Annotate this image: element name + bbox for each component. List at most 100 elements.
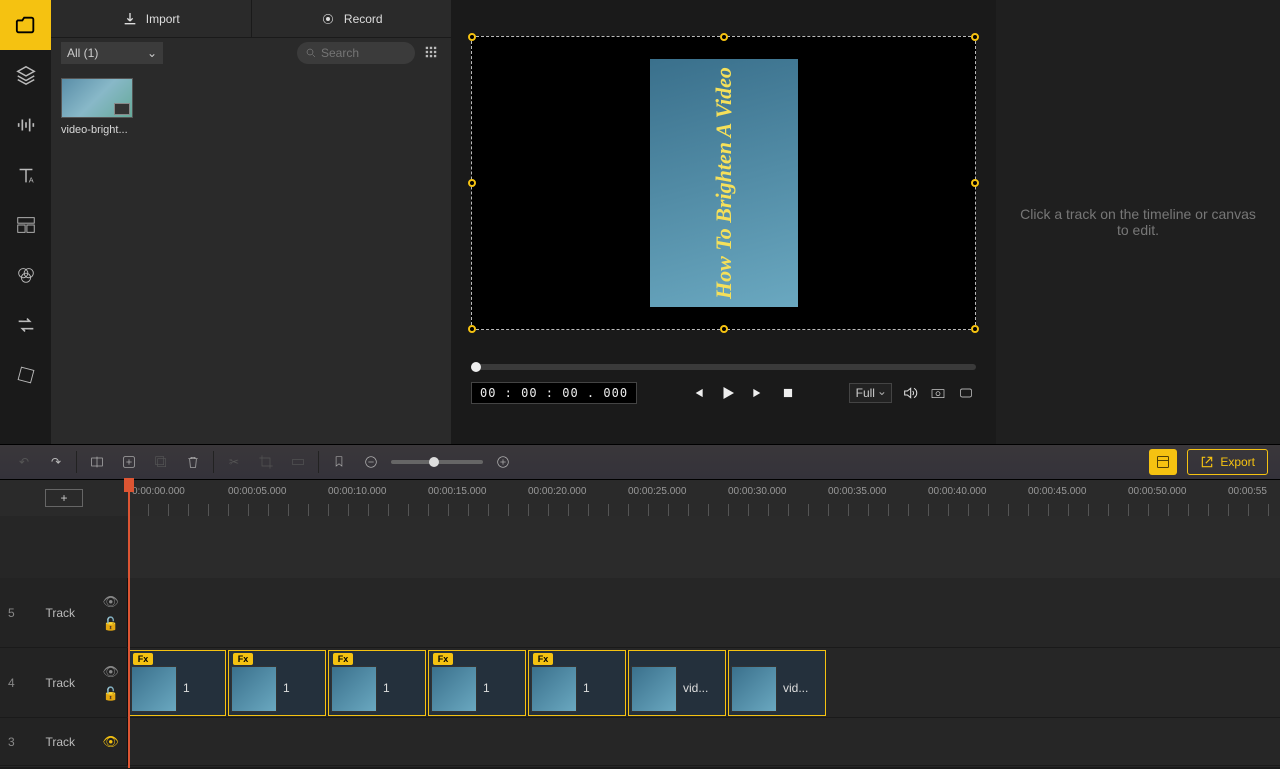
delete-button[interactable] <box>181 450 205 474</box>
auto-button[interactable] <box>1149 449 1177 475</box>
properties-panel: Click a track on the timeline or canvas … <box>996 0 1280 444</box>
export-label: Export <box>1220 455 1255 469</box>
time-ruler: + 0:00:00.000 00:00:05.000 00:00:10.000 … <box>0 480 1280 516</box>
time-slider[interactable] <box>471 364 976 370</box>
stop-button[interactable] <box>778 383 798 403</box>
resize-handle[interactable] <box>720 33 728 41</box>
clip[interactable]: vid... <box>628 650 726 716</box>
clip[interactable]: Fx1 <box>528 650 626 716</box>
sidebar-media-icon[interactable] <box>0 0 51 50</box>
search-box[interactable] <box>297 42 415 64</box>
track-row[interactable]: 3 Track 👁 <box>0 718 1280 766</box>
resize-handle[interactable] <box>468 179 476 187</box>
record-label: Record <box>344 12 383 26</box>
lock-icon[interactable]: 🔓 <box>102 616 119 632</box>
next-frame-button[interactable] <box>748 383 768 403</box>
playhead[interactable] <box>128 480 130 768</box>
visibility-off-icon[interactable]: 👁 <box>102 734 119 750</box>
clip-label: 1 <box>283 681 290 695</box>
clip-label: vid... <box>683 681 708 695</box>
zoom-out-button[interactable] <box>359 450 383 474</box>
clip[interactable]: vid... <box>728 650 826 716</box>
clip-label: 1 <box>183 681 190 695</box>
track-label: Track <box>24 676 96 690</box>
resize-handle[interactable] <box>971 179 979 187</box>
video-frame: How To Brighten A Video <box>650 59 798 307</box>
export-button[interactable]: Export <box>1187 449 1268 475</box>
preview-canvas[interactable]: How To Brighten A Video <box>471 36 976 330</box>
resize-handle[interactable] <box>468 33 476 41</box>
speed-button[interactable] <box>286 450 310 474</box>
track-label: Track <box>24 606 96 620</box>
media-panel: Import Record All (1) ⌄ video-bri <box>51 0 451 444</box>
crop-button[interactable] <box>254 450 278 474</box>
sidebar-text-icon[interactable]: A <box>0 150 51 200</box>
sidebar-color-icon[interactable] <box>0 250 51 300</box>
svg-text:A: A <box>28 175 33 184</box>
add-button[interactable] <box>117 450 141 474</box>
sidebar-template-icon[interactable] <box>0 200 51 250</box>
lock-icon[interactable]: 🔓 <box>102 686 119 702</box>
clip-label: 1 <box>483 681 490 695</box>
prev-frame-button[interactable] <box>688 383 708 403</box>
copy-button[interactable] <box>149 450 173 474</box>
preview-panel: How To Brighten A Video 00 : 00 : 00 . 0… <box>451 0 996 444</box>
fit-select[interactable]: Full <box>849 383 892 403</box>
zoom-slider[interactable] <box>391 460 483 464</box>
chevron-down-icon: ⌄ <box>147 46 157 60</box>
grid-view-icon[interactable] <box>421 45 441 62</box>
add-track-button[interactable]: + <box>45 489 83 507</box>
play-button[interactable] <box>718 383 738 403</box>
fx-badge: Fx <box>333 653 353 665</box>
export-icon <box>1200 455 1214 469</box>
volume-icon[interactable] <box>900 383 920 403</box>
fx-badge: Fx <box>133 653 153 665</box>
resize-handle[interactable] <box>971 325 979 333</box>
timecode: 00 : 00 : 00 . 000 <box>471 382 637 404</box>
sidebar-audio-icon[interactable] <box>0 100 51 150</box>
visibility-icon[interactable]: 👁 <box>102 664 119 680</box>
split-button[interactable] <box>85 450 109 474</box>
clip[interactable]: Fx 1 <box>228 650 326 716</box>
resize-handle[interactable] <box>720 325 728 333</box>
import-icon <box>122 11 138 27</box>
import-tab[interactable]: Import <box>51 0 252 37</box>
media-name: video-bright... <box>61 124 137 136</box>
clip[interactable]: Fx1 <box>428 650 526 716</box>
sidebar-elements-icon[interactable] <box>0 350 51 400</box>
clip[interactable]: Fx1 <box>328 650 426 716</box>
zoom-in-button[interactable] <box>491 450 515 474</box>
timeline: 5 Track 👁 🔓 4 Track 👁 🔓 Fx1Fx1Fx1Fx1Fx1v… <box>0 516 1280 767</box>
filter-dropdown[interactable]: All (1) ⌄ <box>61 42 163 64</box>
fx-badge: Fx <box>233 653 253 665</box>
fullscreen-icon[interactable] <box>956 383 976 403</box>
media-item[interactable]: video-bright... <box>61 78 137 136</box>
marker-button[interactable] <box>327 450 351 474</box>
cut-button[interactable]: ✂ <box>222 450 246 474</box>
filter-label: All (1) <box>67 46 98 60</box>
clip-thumbnail <box>731 666 777 712</box>
track-number: 4 <box>8 676 18 690</box>
undo-button[interactable]: ↶ <box>12 450 36 474</box>
snapshot-icon[interactable] <box>928 383 948 403</box>
clip[interactable]: Fx 1 <box>128 650 226 716</box>
track-row[interactable]: 4 Track 👁 🔓 Fx1Fx1Fx1Fx1Fx1vid...vid... <box>0 648 1280 718</box>
track-row[interactable]: 5 Track 👁 🔓 <box>0 578 1280 648</box>
sidebar-transition-icon[interactable] <box>0 300 51 350</box>
sidebar-layers-icon[interactable] <box>0 50 51 100</box>
search-icon <box>305 47 317 59</box>
import-label: Import <box>146 12 180 26</box>
resize-handle[interactable] <box>971 33 979 41</box>
redo-button[interactable]: ↷ <box>44 450 68 474</box>
clip-thumbnail <box>631 666 677 712</box>
track-number: 5 <box>8 606 18 620</box>
clip-thumbnail <box>431 666 477 712</box>
record-tab[interactable]: Record <box>252 0 452 37</box>
left-sidebar: A <box>0 0 51 444</box>
search-input[interactable] <box>321 46 391 60</box>
ruler-ticks[interactable]: 0:00:00.000 00:00:05.000 00:00:10.000 00… <box>128 480 1280 516</box>
clip-label: 1 <box>583 681 590 695</box>
resize-handle[interactable] <box>468 325 476 333</box>
visibility-icon[interactable]: 👁 <box>102 594 119 610</box>
track-label: Track <box>24 735 96 749</box>
